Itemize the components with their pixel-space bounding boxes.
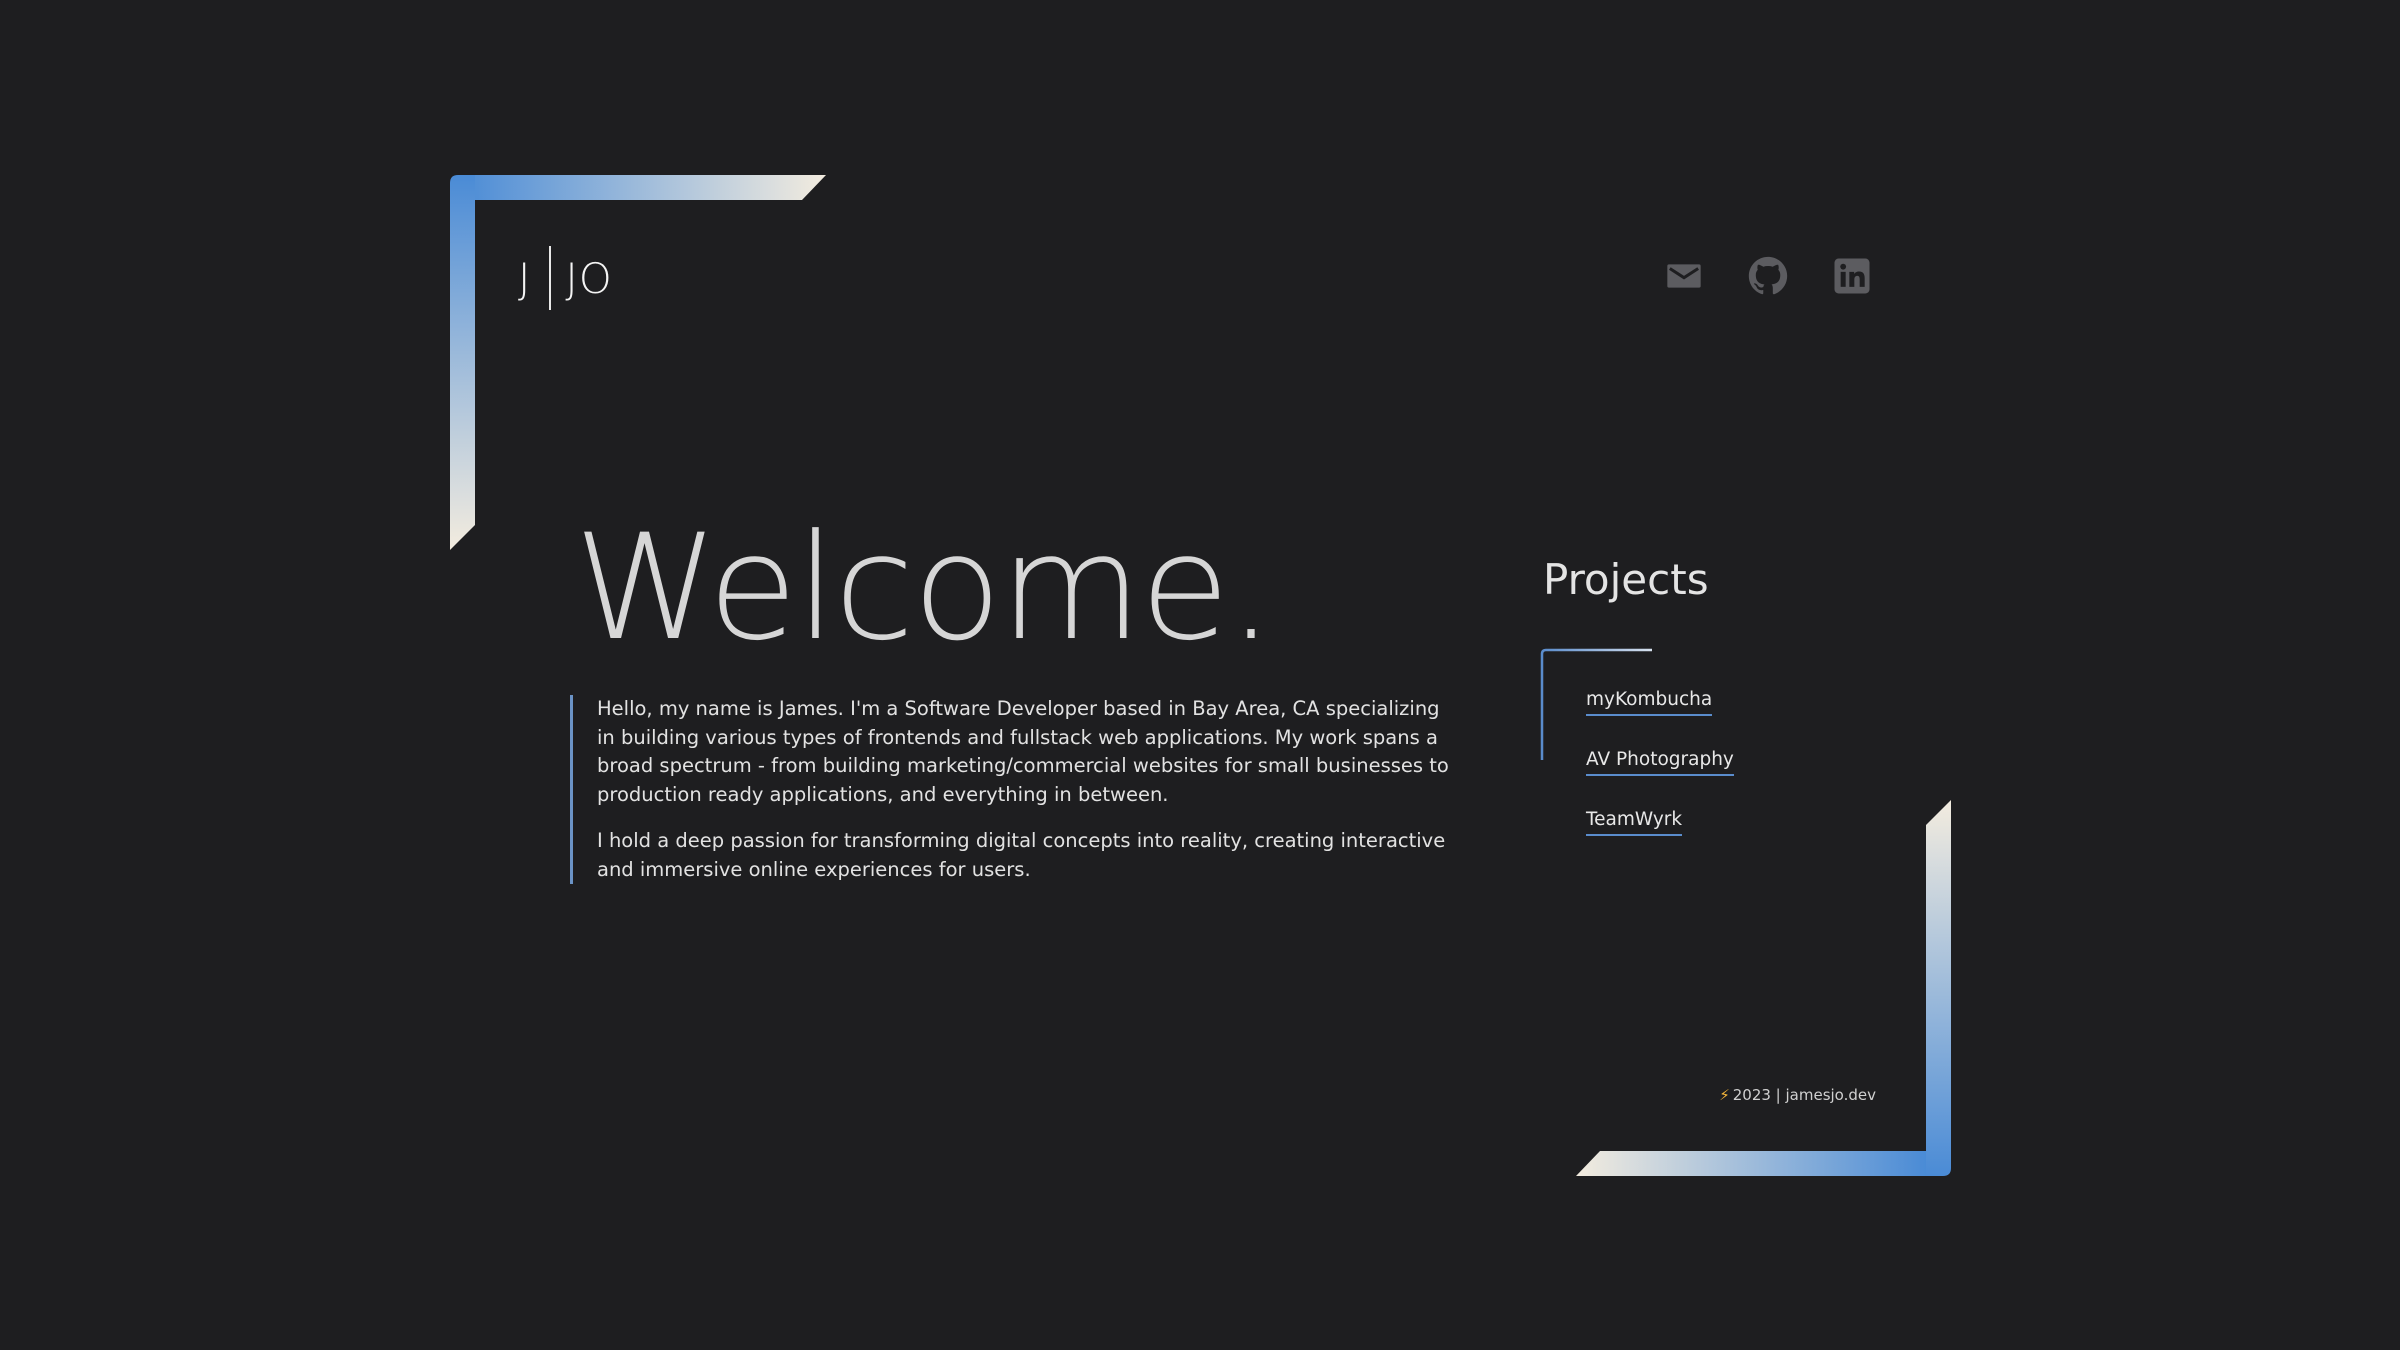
project-link-av-photography[interactable]: AV Photography [1586,749,1734,776]
intro-paragraph: I hold a deep passion for transforming d… [597,829,1446,881]
projects-heading: Projects [1543,555,1709,604]
list-item: TeamWyrk [1586,809,1734,869]
linkedin-icon [1834,258,1870,294]
social-links [1664,256,1872,296]
welcome-heading: Welcome. [574,503,1274,673]
github-link[interactable] [1748,256,1788,296]
github-icon [1748,256,1788,295]
intro-paragraph: Hello, my name is James. I'm a Software … [597,697,1449,806]
project-link-mykombucha[interactable]: myKombucha [1586,689,1713,716]
linkedin-link[interactable] [1832,256,1872,296]
corner-frame-top-left [450,175,826,550]
footer: ⚡ 2023 | jamesjo.dev [1719,1086,1876,1104]
logo-surname: JO [565,253,613,303]
intro-text-block: Hello, my name is James. I'm a Software … [570,695,1449,884]
footer-text: 2023 | jamesjo.dev [1732,1086,1876,1104]
site-logo[interactable]: J JO [518,246,613,310]
list-item: AV Photography [1586,749,1734,809]
mail-icon [1667,264,1701,288]
project-list: myKombucha AV Photography TeamWyrk [1586,689,1734,869]
project-link-teamwyrk[interactable]: TeamWyrk [1586,809,1683,836]
list-item: myKombucha [1586,689,1734,749]
email-link[interactable] [1664,256,1704,296]
lightning-bolt-icon: ⚡ [1719,1086,1730,1104]
logo-initial: J [518,253,532,303]
logo-divider [549,246,552,310]
page: J JO Welcome. Hello, my name is James. I… [0,0,2400,1350]
